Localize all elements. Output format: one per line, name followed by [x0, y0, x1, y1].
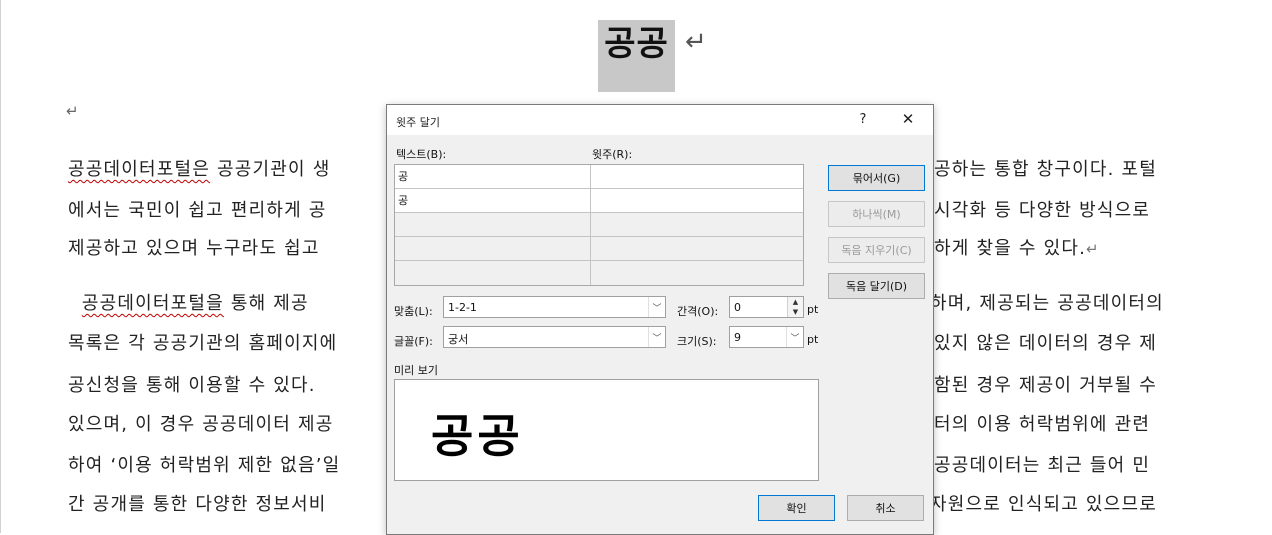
up-arrow-icon[interactable]: ▲	[787, 297, 803, 307]
line-text-right: 시각화 등 다양한 방식으로	[934, 200, 1151, 221]
line-text-left: 공공기관이 생	[210, 159, 331, 180]
base-text-label: 텍스트(B):	[396, 148, 447, 161]
clear-button[interactable]: 독음 지우기(C)	[828, 237, 925, 263]
offset-unit: pt	[807, 303, 819, 316]
ruby-text-field[interactable]	[591, 165, 803, 189]
spellcheck-word: 공공데이터포털을	[81, 293, 224, 314]
line-text-left: 통해 제공	[223, 293, 309, 314]
page-edge	[0, 0, 1, 533]
down-arrow-icon[interactable]: ▼	[787, 307, 803, 317]
preview-label: 미리 보기	[394, 364, 438, 377]
chevron-down-icon[interactable]: ﹀	[786, 327, 803, 347]
base-text-field[interactable]: 공	[395, 189, 591, 213]
dialog-title: 윗주 달기	[396, 116, 440, 129]
offset-label: 간격(O):	[677, 305, 719, 318]
line-text-left: 제공하고 있으며 누구라도 쉽고	[68, 238, 320, 259]
ruby-text-field[interactable]	[591, 189, 803, 213]
size-unit: pt	[807, 333, 819, 346]
line-text-left: 하여 ‘이용 허락범위 제한 없음’일	[68, 455, 341, 476]
offset-spinner[interactable]: 0 ▲ ▼	[729, 296, 804, 318]
ok-button[interactable]: 확인	[758, 495, 835, 521]
alignment-select[interactable]: 1-2-1 ﹀	[443, 296, 666, 318]
preview-pane: 공공	[394, 379, 819, 481]
line-text-right: 공공데이터는 최근 들어 민	[934, 455, 1151, 476]
line-text-right: 하며, 제공되는 공공데이터의	[930, 293, 1164, 314]
paragraph-mark-icon: ↵	[1086, 240, 1100, 258]
line-text-left: 공신청을 통해 이용할 수 있다.	[68, 375, 316, 396]
ruby-text-field	[591, 213, 803, 237]
line-text-left: 에서는 국민이 쉽고 편리하게 공	[68, 200, 327, 221]
size-select[interactable]: 9 ﹀	[729, 326, 804, 348]
font-label: 글꼴(F):	[394, 335, 433, 348]
line-text-left: 간 공개를 통한 다양한 정보서비	[68, 494, 327, 515]
line-text-right: 함된 경우 제공이 거부될 수	[934, 375, 1158, 396]
line-text-right: 하게 찾을 수 있다.	[934, 238, 1087, 259]
chevron-down-icon[interactable]: ﹀	[648, 297, 665, 317]
preview-text: 공공	[431, 409, 524, 463]
group-button[interactable]: 묶어서(G)	[828, 165, 925, 191]
spinner-arrows[interactable]: ▲ ▼	[787, 297, 803, 317]
paragraph-mark-icon: ↵	[66, 102, 79, 120]
chevron-down-icon[interactable]: ﹀	[648, 327, 665, 347]
mono-button[interactable]: 하나씩(M)	[828, 201, 925, 227]
close-icon[interactable]: ✕	[897, 110, 919, 128]
font-select[interactable]: 궁서 ﹀	[443, 326, 666, 348]
line-text-left: 있으며, 이 경우 공공데이터 제공	[68, 414, 334, 435]
alignment-value: 1-2-1	[448, 301, 477, 314]
title-text: 공공	[604, 24, 669, 64]
size-value: 9	[734, 331, 741, 344]
line-text-right: 터의 이용 허락범위에 관련	[934, 414, 1151, 435]
line-text-left: 목록은 각 공공기관의 홈페이지에	[68, 333, 338, 354]
base-text-field	[395, 261, 591, 285]
default-reading-button[interactable]: 독음 달기(D)	[828, 273, 925, 299]
line-text-right: 공하는 통합 창구이다. 포털	[934, 159, 1158, 180]
offset-value: 0	[734, 301, 741, 314]
cancel-button[interactable]: 취소	[847, 495, 924, 521]
ruby-text-field	[591, 237, 803, 261]
font-value: 궁서	[448, 333, 469, 346]
document-title[interactable]: 공공 ↵	[598, 20, 707, 92]
help-icon[interactable]: ?	[854, 112, 872, 127]
dialog-titlebar[interactable]: 윗주 달기 ? ✕	[387, 105, 933, 135]
paragraph-mark-icon: ↵	[685, 27, 707, 57]
title-selection[interactable]: 공공	[598, 20, 675, 92]
ruby-grid: 공 공	[394, 164, 804, 286]
size-label: 크기(S):	[677, 335, 717, 348]
base-text-field	[395, 213, 591, 237]
line-text-right: 자원으로 인식되고 있으므로	[930, 494, 1157, 515]
ruby-text-label: 윗주(R):	[592, 148, 633, 161]
alignment-label: 맞춤(L):	[394, 305, 433, 318]
ruby-dialog[interactable]: 윗주 달기 ? ✕ 텍스트(B): 윗주(R): 공 공 묶어서(G) 하나씩(…	[386, 104, 934, 535]
line-text-right: 있지 않은 데이터의 경우 제	[934, 333, 1158, 354]
base-text-field[interactable]: 공	[395, 165, 591, 189]
spellcheck-word: 공공데이터포털은	[68, 159, 211, 180]
ruby-text-field	[591, 261, 803, 285]
base-text-field	[395, 237, 591, 261]
